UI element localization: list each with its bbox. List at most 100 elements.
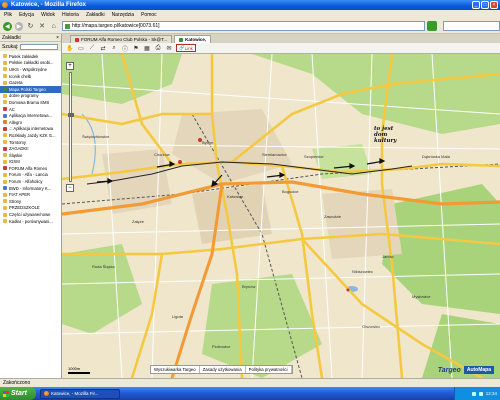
bookmark-item[interactable]: Rozkłady Jazdy KZK G... <box>0 132 61 139</box>
menu-view[interactable]: Widok <box>41 12 55 18</box>
bookmark-item[interactable]: Mapa Polski Targeo <box>0 85 61 93</box>
minimize-button[interactable]: _ <box>472 1 480 9</box>
menu-bookmarks[interactable]: Zakładki <box>86 12 105 18</box>
bookmark-label: FIAT APER <box>9 192 31 198</box>
bookmark-item[interactable]: Iconik chełb <box>0 73 61 80</box>
menu-edit[interactable]: Edycja <box>19 12 34 18</box>
bookmark-item[interactable]: .:: Aplikacja internetowa <box>0 126 61 133</box>
zoom-in-button[interactable]: + <box>66 62 74 70</box>
info-icon[interactable]: ⓘ <box>121 44 129 53</box>
home-icon[interactable]: ⌂ <box>49 22 58 31</box>
bookmark-item[interactable]: IGSM <box>0 159 61 166</box>
bookmark-item[interactable]: AC <box>0 106 61 113</box>
sidebar-close-icon[interactable]: × <box>56 35 59 41</box>
bookmark-icon <box>3 179 7 184</box>
bookmark-item[interactable]: Kadłar - porównywani... <box>0 218 61 225</box>
bookmark-label: Części używane/nowe <box>9 212 51 218</box>
bookmark-icon <box>3 93 7 98</box>
link-button[interactable]: 🔗 Link <box>176 44 196 52</box>
bookmark-item[interactable]: Aplikacja internetowa... <box>0 112 61 119</box>
bookmark-item[interactable]: Strony <box>0 198 61 205</box>
tab-bar: FORUM Alfa Romeo Club Polska - Sk@T... K… <box>62 34 500 43</box>
print-icon[interactable]: ⎙ <box>154 44 162 52</box>
tab-katowice[interactable]: Katowice, <box>174 35 212 43</box>
bookmark-label: ZAGADKI! <box>9 146 29 152</box>
footer-link[interactable]: Polityka prywatności <box>246 366 292 373</box>
sidebar-search-row: Szukaj: <box>0 42 61 51</box>
bookmark-item[interactable]: Polskie zakładki osobi... <box>0 60 61 67</box>
bookmark-item[interactable]: Gazeta <box>0 79 61 86</box>
bookmark-item[interactable]: UIKS - Współrzędne <box>0 66 61 73</box>
search-map-icon[interactable]: ⌕ <box>110 44 118 52</box>
taskbar-firefox-window[interactable]: Katowice, - Mozilla Fir... <box>40 388 120 399</box>
bookmark-label: Allegro <box>9 119 23 125</box>
measure-icon[interactable]: ⟋ <box>88 44 96 52</box>
bookmark-item[interactable]: Domowa Brama SMS <box>0 99 61 106</box>
menu-file[interactable]: Plik <box>4 12 12 18</box>
zoom-out-button[interactable]: − <box>66 184 74 192</box>
forward-icon[interactable]: ▶ <box>14 21 24 31</box>
zoom-slider[interactable] <box>67 72 74 182</box>
address-bar[interactable]: http://mapa.targeo.pl/katowice[0073.61] <box>61 21 426 31</box>
menu-tools[interactable]: Narzędzia <box>112 12 135 18</box>
bookmark-item[interactable]: PRZEDSZKOLE <box>0 205 61 212</box>
bookmark-item[interactable]: Allegro <box>0 119 61 126</box>
menu-bar: Plik Edycja Widok Historia Zakładki Narz… <box>0 10 500 19</box>
bookmark-item[interactable]: ZAGADKI! <box>0 145 61 152</box>
bookmark-item[interactable]: Śląskie <box>0 152 61 159</box>
tray-icon[interactable] <box>471 391 476 396</box>
layers-icon[interactable]: ▦ <box>143 44 151 52</box>
bookmark-item[interactable]: Tomtomy <box>0 139 61 146</box>
bookmark-item[interactable]: FIAT APER <box>0 191 61 198</box>
bookmark-item[interactable]: FORUM Alfa Romeo <box>0 165 61 172</box>
place-label: Giszowiec <box>362 324 381 329</box>
footer-link[interactable]: Zasady użytkowania <box>200 366 246 373</box>
bookmark-label: FORUM Alfa Romeo <box>9 165 48 171</box>
zoom-thumb[interactable] <box>67 113 74 117</box>
map-marker <box>346 288 350 292</box>
bookmark-icon <box>3 126 7 131</box>
bookmark-item[interactable]: dobre programy <box>0 93 61 100</box>
targeo-logo[interactable]: Targeo <box>438 367 461 374</box>
start-button[interactable]: Start <box>0 387 36 400</box>
stop-icon[interactable]: ✕ <box>38 22 47 31</box>
back-icon[interactable]: ◀ <box>3 21 12 31</box>
bookmark-item[interactable]: Części używane/nowe <box>0 211 61 218</box>
park-area <box>62 54 182 104</box>
tab-favicon-icon <box>179 37 184 42</box>
map-view[interactable]: Bytom Chorzów Świętochłowice Siemianowic… <box>62 54 500 378</box>
bookmark-item[interactable]: Forum - Alfaholicy <box>0 178 61 185</box>
menu-history[interactable]: Historia <box>62 12 79 18</box>
bookmark-item[interactable]: Forum - Alfa - Lancia <box>0 172 61 179</box>
system-tray: 12:34 <box>454 387 500 400</box>
close-button[interactable]: × <box>490 1 498 9</box>
go-button[interactable] <box>427 21 437 31</box>
automapa-logo[interactable]: AutoMapa <box>463 366 494 374</box>
place-label: Załęże <box>132 219 145 224</box>
search-input[interactable] <box>442 21 500 31</box>
window-title: Katowice, - Mozilla Firefox <box>11 2 87 8</box>
firefox-icon <box>2 2 8 8</box>
site-icon <box>64 23 70 29</box>
flag-icon[interactable]: ⚑ <box>132 44 140 52</box>
maximize-button[interactable]: □ <box>481 1 489 9</box>
footer-link[interactable]: Wyszukiwarka Targeo <box>151 366 200 373</box>
reload-icon[interactable]: ↻ <box>26 22 35 31</box>
bookmark-icon <box>3 140 7 145</box>
tray-icon[interactable] <box>478 391 483 396</box>
bookmark-label: Śląskie <box>9 152 23 158</box>
place-label: Brynów <box>242 284 256 289</box>
tab-forum[interactable]: FORUM Alfa Romeo Club Polska - Sk@T... <box>70 35 173 43</box>
zoom-box-icon[interactable]: ▭ <box>77 44 85 52</box>
route-icon[interactable]: ⇄ <box>99 44 107 52</box>
map-canvas[interactable] <box>62 54 500 378</box>
menu-help[interactable]: Pomoc <box>141 12 157 18</box>
bookmark-item[interactable]: Pasek zakładek <box>0 53 61 60</box>
pan-hand-icon[interactable]: ✋ <box>66 44 74 52</box>
sidebar-header: Zakładki × <box>0 34 61 42</box>
bookmark-item[interactable]: BWD - Informatory K... <box>0 185 61 192</box>
place-label: Janów <box>382 254 394 259</box>
email-icon[interactable]: ✉ <box>165 44 173 52</box>
windows-taskbar: Start Katowice, - Mozilla Fir... 12:34 <box>0 387 500 400</box>
sidebar-search-input[interactable] <box>20 43 59 50</box>
